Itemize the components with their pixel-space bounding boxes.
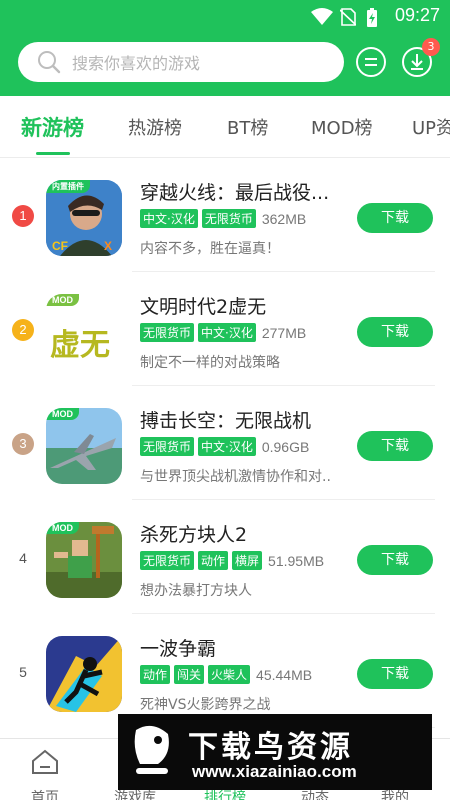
- search-icon: [38, 51, 61, 74]
- no-sim-icon: [340, 8, 356, 26]
- mod-tag: MOD: [46, 522, 79, 534]
- stickman-fighter-icon: [46, 636, 122, 712]
- file-size: 0.96GB: [261, 438, 310, 455]
- tab-mod[interactable]: MOD榜: [311, 114, 373, 140]
- rank-badge: 2: [12, 319, 34, 341]
- game-list: 1 CF X 内置插件 穿越火线：最后战役... 中文·汉化 无限货币 362M…: [0, 158, 450, 738]
- game-tag: 无限货币: [140, 551, 195, 570]
- message-button[interactable]: [356, 47, 386, 77]
- mod-tag: MOD: [46, 408, 79, 420]
- watermark-overlay: 下载鸟资源 www.xiazainiao.com: [118, 714, 432, 790]
- game-tag: 动作: [198, 551, 229, 570]
- download-button[interactable]: 下载: [357, 659, 433, 689]
- game-tag: 无限货币: [140, 323, 195, 342]
- game-description: 内容不多，胜在逼真！: [140, 241, 280, 257]
- list-item[interactable]: 1 CF X 内置插件 穿越火线：最后战役... 中文·汉化 无限货币 362M…: [0, 158, 450, 272]
- tag-list: 无限货币 中文·汉化 0.96GB: [140, 437, 309, 456]
- calligraphy-logo: 虚无: [50, 328, 110, 363]
- svg-text:CF: CF: [52, 239, 68, 253]
- status-time: 09:27: [394, 5, 440, 25]
- game-tag: 横屏: [232, 551, 263, 570]
- nav-home[interactable]: 首页: [10, 749, 80, 800]
- game-title[interactable]: 杀死方块人2: [140, 520, 247, 547]
- game-icon: [46, 636, 122, 712]
- game-tag: 中文·汉化: [198, 323, 256, 342]
- tab-up[interactable]: UP资: [412, 114, 450, 140]
- tab-new-games[interactable]: 新游榜: [21, 112, 84, 142]
- nav-label: 首页: [31, 790, 59, 800]
- tab-bt[interactable]: BT榜: [227, 114, 268, 140]
- tag-list: 无限货币 中文·汉化 277MB: [140, 323, 306, 342]
- home-icon: [32, 749, 58, 774]
- download-count-badge: 3: [422, 38, 440, 56]
- file-size: 362MB: [261, 210, 307, 227]
- game-title[interactable]: 一波争霸: [140, 634, 216, 661]
- tab-hot-games[interactable]: 热游榜: [128, 114, 182, 140]
- game-tag: 动作: [140, 665, 171, 684]
- message-icon-line: [365, 58, 377, 60]
- list-item[interactable]: 3 MOD 搏击长空：无限战机 无限货币 中文·汉化 0.96GB 与世界顶尖战…: [0, 386, 450, 500]
- search-placeholder: 搜索你喜欢的游戏: [72, 54, 201, 73]
- file-size: 277MB: [261, 324, 307, 341]
- tag-list: 动作 闯关 火柴人 45.44MB: [140, 665, 312, 684]
- plugin-tag: 内置插件: [46, 180, 90, 193]
- game-title[interactable]: 穿越火线：最后战役...: [140, 178, 329, 205]
- game-description: 与世界顶尖战机激情协作和对...: [140, 469, 330, 485]
- list-item[interactable]: 4 MOD 杀死方块人2 无限货币 动作 横屏 51.95MB 想办法暴打方块人…: [0, 500, 450, 614]
- game-description: 制定不一样的对战策略: [140, 355, 280, 371]
- tag-list: 无限货币 动作 横屏 51.95MB: [140, 551, 324, 570]
- game-tag: 无限货币: [140, 437, 195, 456]
- download-button[interactable]: 下载: [357, 545, 433, 575]
- file-size: 45.44MB: [256, 666, 313, 683]
- download-button[interactable]: 下载: [357, 317, 433, 347]
- game-icon: MOD: [46, 408, 122, 484]
- rank-badge: 3: [12, 433, 34, 455]
- game-tag: 中文·汉化: [140, 209, 198, 228]
- list-item[interactable]: 5 一波争霸 动作 闯关 火柴人 45.44MB 死神VS火影跨界之战 下载: [0, 614, 450, 728]
- watermark-url: www.xiazainiao.com: [192, 762, 357, 781]
- download-button[interactable]: 下载: [357, 431, 433, 461]
- active-tab-indicator: [36, 152, 70, 155]
- game-tag: 中文·汉化: [198, 437, 256, 456]
- status-bar: 09:27: [0, 0, 450, 32]
- mod-tag: MOD: [46, 294, 79, 306]
- game-tag: 无限货币: [201, 209, 256, 228]
- game-title[interactable]: 文明时代2虚无: [140, 292, 266, 319]
- rank-number: 5: [19, 664, 27, 680]
- file-size: 51.95MB: [268, 552, 325, 569]
- watermark-title: 下载鸟资源: [188, 730, 353, 765]
- search-input[interactable]: 搜索你喜欢的游戏: [18, 42, 344, 82]
- svg-text:X: X: [104, 239, 112, 253]
- game-icon: CF X 内置插件: [46, 180, 122, 256]
- ranking-tabs: 新游榜 热游榜 BT榜 MOD榜 UP资: [0, 96, 450, 158]
- game-tag: 闯关: [174, 665, 205, 684]
- wifi-icon: [311, 8, 333, 25]
- message-icon-line: [365, 64, 377, 66]
- game-icon: MOD: [46, 522, 122, 598]
- list-item[interactable]: 2 虚无 MOD 文明时代2虚无 无限货币 中文·汉化 277MB 制定不一样的…: [0, 272, 450, 386]
- game-description: 想办法暴打方块人: [140, 583, 252, 599]
- rank-badge: 1: [12, 205, 34, 227]
- rank-number: 4: [19, 550, 27, 566]
- top-header: 09:27 搜索你喜欢的游戏 3: [0, 0, 450, 96]
- game-description: 死神VS火影跨界之战: [140, 697, 271, 713]
- download-button[interactable]: 下载: [357, 203, 433, 233]
- battery-charging-icon: [367, 8, 377, 27]
- bird-logo-icon: [134, 725, 169, 774]
- game-icon: 虚无 MOD: [46, 294, 122, 370]
- tag-list: 中文·汉化 无限货币 362MB: [140, 209, 306, 228]
- game-tag: 火柴人: [208, 665, 251, 684]
- game-title[interactable]: 搏击长空：无限战机: [140, 406, 311, 433]
